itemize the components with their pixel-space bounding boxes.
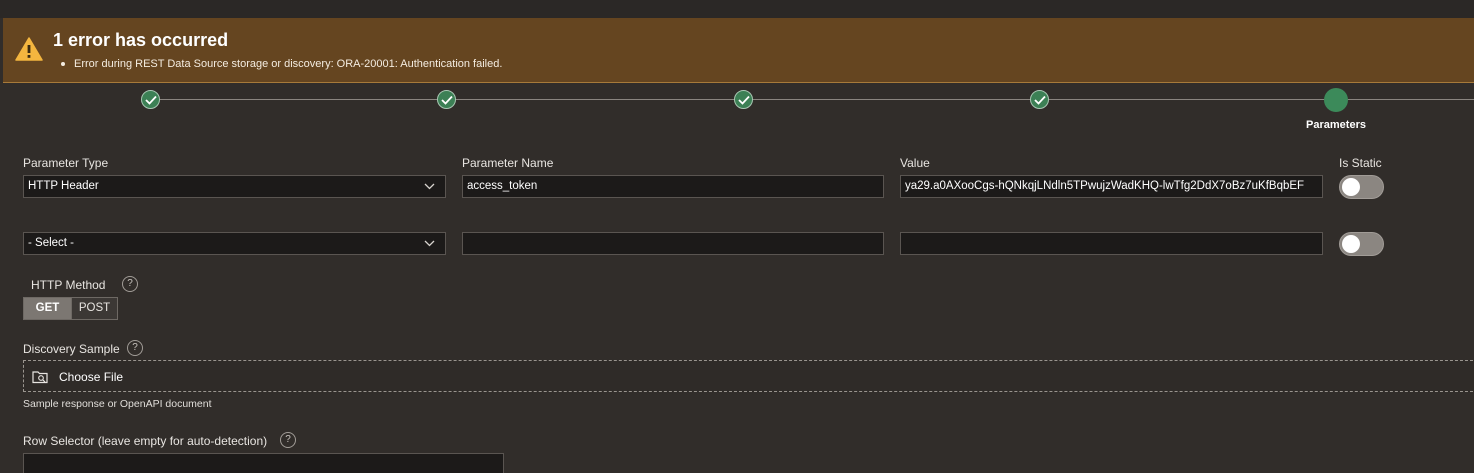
wizard-step-1-complete[interactable] [141,90,160,109]
parameter-name-header: Parameter Name [462,156,554,170]
error-banner: 1 error has occurred Error during REST D… [3,18,1474,83]
choose-file-button[interactable]: Choose File [59,370,123,384]
help-icon[interactable]: ? [127,340,143,356]
parameter-value-input[interactable]: ya29.a0AXooCgs-hQNkqjLNdln5TPwujzWadKHQ-… [900,175,1323,198]
discovery-sample-hint: Sample response or OpenAPI document [23,398,212,410]
http-method-label: HTTP Method [31,278,106,292]
parameter-value-input[interactable] [900,232,1323,255]
parameter-value-header: Value [900,156,930,170]
http-method-post-button[interactable]: POST [71,298,117,319]
http-method-get-button[interactable]: GET [24,298,71,319]
checkmark-icon [1034,95,1046,105]
parameter-name-input[interactable]: access_token [462,175,884,198]
parameter-type-value: HTTP Header [28,180,99,192]
discovery-sample-file-drop[interactable]: Choose File [23,360,1474,392]
is-static-header: Is Static [1339,156,1382,170]
error-title: 1 error has occurred [53,30,229,50]
row-selector-input[interactable] [23,453,504,473]
parameter-type-header: Parameter Type [23,156,109,170]
is-static-toggle[interactable] [1339,232,1384,256]
bullet-icon [61,62,65,67]
help-icon[interactable]: ? [122,276,138,292]
parameter-type-select[interactable]: - Select - [23,232,446,255]
row-selector-label: Row Selector (leave empty for auto-detec… [23,434,268,448]
error-message: Error during REST Data Source storage or… [74,58,503,70]
parameter-type-select[interactable]: HTTP Header [23,175,446,198]
checkmark-icon [441,95,453,105]
checkmark-icon [738,95,750,105]
http-method-segmented-control: GET POST [23,297,118,320]
chevron-down-icon [424,240,435,247]
wizard-step-2-complete[interactable] [437,90,456,109]
rest-source-wizard: 1 error has occurred Error during REST D… [0,0,1474,473]
help-icon[interactable]: ? [280,432,296,448]
toggle-knob [1342,235,1360,253]
toggle-knob [1342,178,1360,196]
checkmark-icon [145,95,157,105]
warning-icon [15,37,43,61]
is-static-toggle[interactable] [1339,175,1384,199]
top-bar [0,0,1474,18]
upload-file-icon [32,371,48,384]
wizard-step-current [1324,88,1348,112]
wizard-step-label: Parameters [1306,119,1366,131]
wizard-step-3-complete[interactable] [734,90,753,109]
parameter-name-input[interactable] [462,232,884,255]
wizard-progress-line-end [1336,99,1474,100]
wizard-step-4-complete[interactable] [1030,90,1049,109]
error-message-list: Error during REST Data Source storage or… [61,58,502,70]
discovery-sample-label: Discovery Sample [23,342,120,356]
chevron-down-icon [424,183,435,190]
parameter-type-value: - Select - [28,237,75,249]
